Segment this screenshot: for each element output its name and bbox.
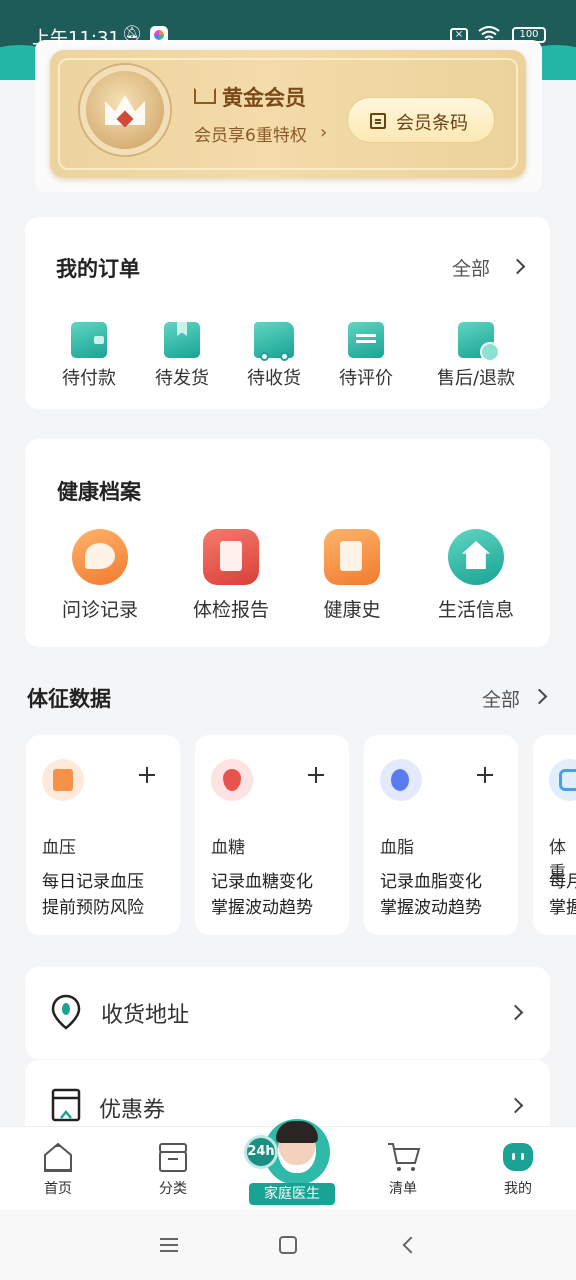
vital-card-weight[interactable]: 体重 每月 掌握	[533, 735, 576, 935]
health-item-checkup-report[interactable]: 体检报告	[176, 529, 286, 622]
vital-card-blood-sugar[interactable]: 血糖 记录血糖变化 掌握波动趋势	[195, 735, 349, 935]
home-button-icon[interactable]	[279, 1236, 297, 1254]
add-icon[interactable]	[477, 767, 493, 783]
back-icon[interactable]	[402, 1236, 420, 1254]
health-item-consultation[interactable]: 问诊记录	[45, 529, 155, 622]
orders-all-link[interactable]: 全部	[452, 254, 490, 281]
nav-profile[interactable]: 我的	[478, 1141, 558, 1198]
location-icon	[51, 994, 81, 1030]
app-notification-icon	[150, 26, 168, 44]
member-level-title: 黄金会员	[222, 86, 306, 110]
report-icon	[203, 529, 259, 585]
vitals-all-link[interactable]: 全部	[482, 685, 520, 712]
comment-icon	[348, 322, 384, 358]
chevron-right-icon	[509, 258, 526, 275]
nav-category[interactable]: 分类	[133, 1141, 213, 1198]
history-icon	[324, 529, 380, 585]
battery-indicator: 100	[512, 27, 546, 43]
add-icon[interactable]	[139, 767, 155, 783]
coupons-label: 优惠券	[99, 1098, 166, 1123]
profile-icon	[503, 1143, 533, 1171]
24h-badge: 24h	[244, 1135, 278, 1169]
orders-card: 我的订单 全部 待付款 待发货 待收货 待评价 售后/退款	[25, 217, 550, 409]
blood-pressure-icon	[42, 759, 84, 801]
wallet-icon	[71, 322, 107, 358]
wifi-icon	[478, 26, 500, 42]
member-privileges-link[interactable]: 会员享6重特权	[194, 121, 307, 146]
system-navigation-bar	[0, 1210, 576, 1280]
crown-badge-icon	[80, 65, 170, 155]
menu-icon[interactable]	[160, 1238, 178, 1252]
coupon-icon	[51, 1088, 81, 1122]
nav-home[interactable]: 首页	[18, 1141, 98, 1198]
orders-title: 我的订单	[56, 257, 140, 281]
box-icon	[164, 322, 200, 358]
coupons-row[interactable]: 优惠券	[25, 1060, 550, 1126]
order-pending-review[interactable]: 待评价	[321, 322, 411, 390]
chevron-right-icon	[507, 1004, 524, 1021]
status-bar: 上午11:31 🔕︎ × 100	[0, 0, 576, 70]
vital-card-blood-pressure[interactable]: 血压 每日记录血压 提前预防风险	[26, 735, 180, 935]
vital-card-blood-lipid[interactable]: 血脂 记录血脂变化 掌握波动趋势	[364, 735, 518, 935]
scan-icon	[370, 113, 386, 129]
shipping-address-label: 收货地址	[101, 1003, 190, 1028]
chevron-right-icon	[531, 688, 548, 705]
refund-icon	[458, 322, 500, 362]
member-barcode-button[interactable]: 会员条码	[347, 97, 495, 143]
family-doctor-label: 家庭医生	[249, 1183, 335, 1205]
category-icon	[157, 1141, 189, 1173]
cart-icon	[387, 1141, 421, 1173]
order-pending-receipt[interactable]: 待收货	[229, 322, 319, 390]
order-after-sales[interactable]: 售后/退款	[428, 322, 524, 390]
health-item-lifestyle[interactable]: 生活信息	[421, 529, 531, 622]
home-icon	[448, 529, 504, 585]
chevron-right-icon: ›	[320, 122, 328, 143]
consult-icon	[72, 529, 128, 585]
home-nav-icon	[42, 1141, 74, 1173]
family-doctor-button[interactable]: 24h 家庭医生	[242, 1119, 336, 1205]
truck-icon	[254, 322, 294, 361]
chevron-right-icon	[507, 1097, 524, 1114]
health-item-history[interactable]: 健康史	[297, 529, 407, 622]
sim-off-icon: ×	[450, 28, 468, 42]
vitals-title: 体征数据	[27, 687, 111, 711]
health-records-card: 健康档案 问诊记录 体检报告 健康史 生活信息	[25, 439, 550, 647]
blood-lipid-icon	[380, 759, 422, 801]
add-icon[interactable]	[308, 767, 324, 783]
mute-bell-icon: 🔕︎	[122, 24, 143, 43]
nav-cart[interactable]: 清单	[363, 1141, 443, 1198]
status-time: 上午11:31	[32, 28, 120, 49]
blood-sugar-icon	[211, 759, 253, 801]
order-pending-shipment[interactable]: 待发货	[137, 322, 227, 390]
weight-icon	[549, 759, 576, 801]
order-pending-payment[interactable]: 待付款	[44, 322, 134, 390]
health-records-title: 健康档案	[57, 480, 141, 504]
shipping-address-row[interactable]: 收货地址	[25, 967, 550, 1059]
crown-icon	[194, 86, 216, 104]
member-barcode-label: 会员条码	[396, 113, 468, 134]
